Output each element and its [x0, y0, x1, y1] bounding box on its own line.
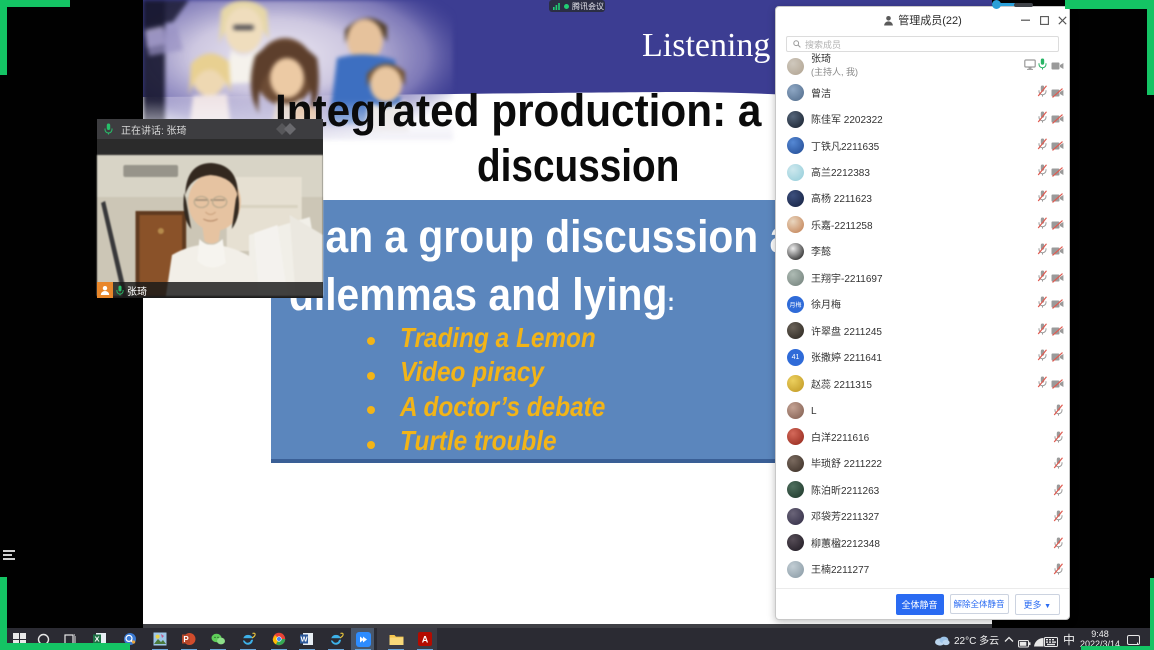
svg-text:A: A	[422, 635, 429, 645]
svg-text:W: W	[300, 635, 308, 644]
svg-text:P: P	[183, 635, 189, 644]
